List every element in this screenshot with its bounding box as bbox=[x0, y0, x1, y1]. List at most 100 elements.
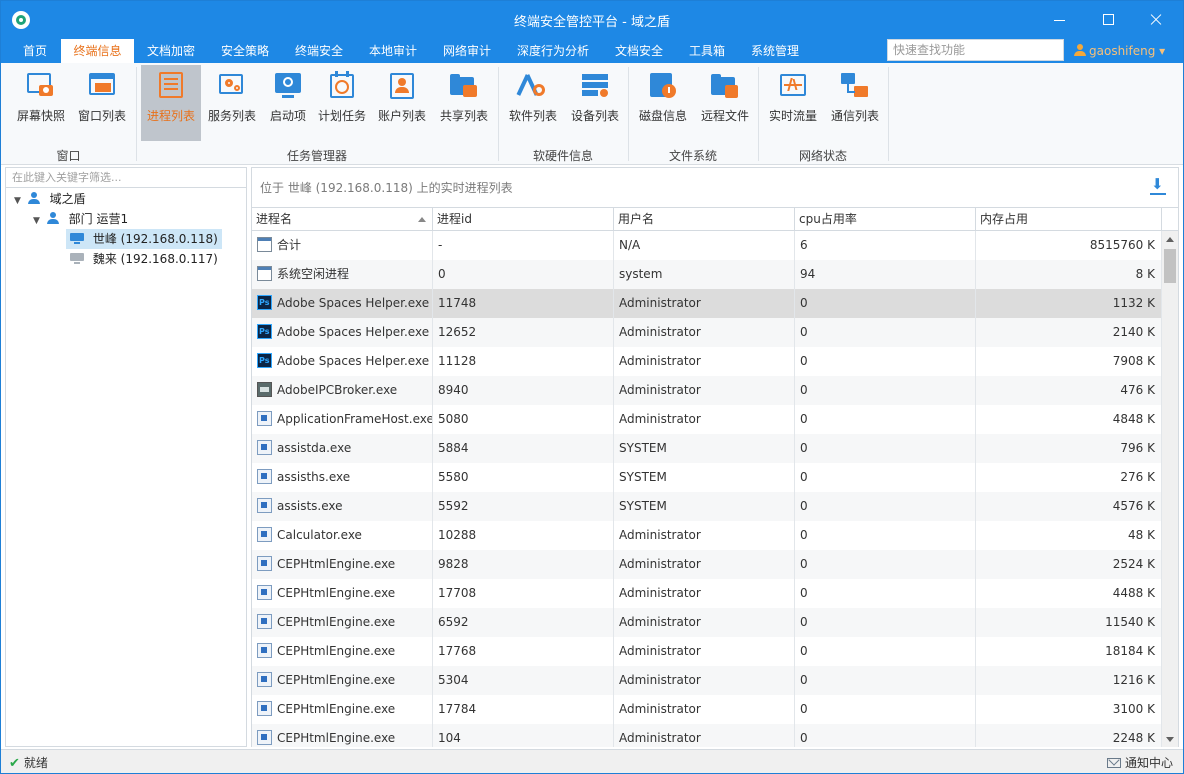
screenshot-icon bbox=[26, 71, 56, 101]
exe-icon bbox=[257, 411, 272, 426]
remote-file-button[interactable]: 远程文件 bbox=[695, 65, 755, 141]
maximize-button[interactable] bbox=[1093, 7, 1123, 33]
column-header-pid[interactable]: 进程id bbox=[433, 208, 614, 231]
table-row[interactable]: CEPHtmlEngine.exe 9828 Administrator 0 2524 … bbox=[252, 550, 1162, 579]
notification-center-button[interactable]: 通知中心 bbox=[1106, 754, 1173, 771]
title-bar: 终端安全管控平台 - 域之盾 bbox=[1, 1, 1183, 39]
window-list-button[interactable]: 窗口列表 bbox=[71, 65, 133, 141]
device-list-label: 设备列表 bbox=[570, 109, 619, 123]
account-list-button[interactable]: 账户列表 bbox=[373, 65, 431, 141]
table-row[interactable]: CEPHtmlEngine.exe 17708 Administrator 0 4488… bbox=[252, 579, 1162, 608]
menu-toolbox[interactable]: 工具箱 bbox=[676, 39, 738, 63]
menu-terminal-security[interactable]: 终端安全 bbox=[282, 39, 356, 63]
process-list-icon bbox=[156, 71, 186, 101]
table-row[interactable]: 合计 - N/A 6 8515760 K bbox=[252, 231, 1162, 260]
cell-cpu: 0 bbox=[795, 550, 976, 579]
share-list-button[interactable]: 共享列表 bbox=[435, 65, 493, 141]
tree-computer-label: 世峰 (192.168.0.118) bbox=[92, 232, 218, 246]
scheduled-task-button[interactable]: 计划任务 bbox=[313, 65, 371, 141]
tree-node-computer-weilai[interactable]: 魏来 (192.168.0.117) bbox=[70, 249, 218, 269]
table-row[interactable]: Adobe Spaces Helper.exe11748Administrato… bbox=[252, 289, 1162, 318]
column-header-cpu[interactable]: cpu占用率 bbox=[795, 208, 976, 231]
column-header-label: 进程名 bbox=[256, 212, 293, 226]
table-row[interactable]: ApplicationFrameHost.exe 5080 Administrato… bbox=[252, 405, 1162, 434]
table-row[interactable]: Calculator.exe 10288 Administrator 0 48 K bbox=[252, 521, 1162, 550]
table-row[interactable]: CEPHtmlEngine.exe 104 Administrator 0 2248 K bbox=[252, 724, 1162, 747]
table-row[interactable]: Adobe Spaces Helper.exe11128Administrato… bbox=[252, 347, 1162, 376]
menu-home[interactable]: 首页 bbox=[9, 39, 61, 63]
process-name-text: assists.exe bbox=[277, 499, 343, 513]
cell-pid: 0 bbox=[433, 260, 614, 289]
menu-doc-encrypt[interactable]: 文档加密 bbox=[134, 39, 208, 63]
cell-process-name: assistda.exe bbox=[252, 434, 433, 463]
screenshot-button[interactable]: 屏幕快照 bbox=[11, 65, 71, 141]
scroll-down-icon[interactable] bbox=[1166, 737, 1174, 742]
column-header-memory[interactable]: 内存占用 bbox=[976, 208, 1162, 231]
realtime-traffic-icon bbox=[778, 71, 808, 101]
process-name-text: CEPHtmlEngine.exe bbox=[277, 644, 396, 658]
realtime-traffic-button[interactable]: 实时流量 bbox=[763, 65, 823, 141]
cell-pid: 5580 bbox=[433, 463, 614, 492]
cell-pid: 5304 bbox=[433, 666, 614, 695]
table-row[interactable]: CEPHtmlEngine.exe 6592 Administrator 0 11540… bbox=[252, 608, 1162, 637]
menu-terminal-info[interactable]: 终端信息 bbox=[61, 39, 134, 63]
column-header-process-name[interactable]: 进程名 bbox=[252, 208, 433, 231]
table-row[interactable]: assistda.exe 5884 SYSTEM 0 796 K bbox=[252, 434, 1162, 463]
table-row[interactable]: 系统空闲进程 0 system 94 8 K bbox=[252, 260, 1162, 289]
cell-process-name: CEPHtmlEngine.exe bbox=[252, 666, 433, 695]
table-row[interactable]: assists.exe 5592 SYSTEM 0 4576 K bbox=[252, 492, 1162, 521]
scrollbar-thumb[interactable] bbox=[1164, 249, 1176, 283]
chevron-down-icon[interactable]: ▼ bbox=[14, 191, 24, 211]
connection-list-button[interactable]: 通信列表 bbox=[825, 65, 885, 141]
menu-doc-security[interactable]: 文档安全 bbox=[602, 39, 676, 63]
exe-icon bbox=[257, 527, 272, 542]
tree-node-department[interactable]: ▼ 部门 运营1 bbox=[33, 209, 128, 229]
status-text: 就绪 bbox=[23, 756, 48, 770]
group-label-file-system: 文件系统 bbox=[668, 149, 717, 163]
cell-memory: 11540 K bbox=[976, 608, 1162, 637]
scroll-up-icon[interactable] bbox=[1166, 237, 1174, 242]
user-menu[interactable]: gaoshifeng ▾ bbox=[1074, 39, 1165, 63]
table-row[interactable]: Adobe Spaces Helper.exe12652Administrato… bbox=[252, 318, 1162, 347]
menu-behavior-analysis[interactable]: 深度行为分析 bbox=[504, 39, 602, 63]
tree-node-root[interactable]: ▼ 域之盾 bbox=[14, 189, 86, 209]
cell-memory: 2140 K bbox=[976, 318, 1162, 347]
cell-cpu: 94 bbox=[795, 260, 976, 289]
minimize-button[interactable] bbox=[1044, 7, 1074, 33]
cell-user: Administrator bbox=[614, 579, 795, 608]
cell-memory: 48 K bbox=[976, 521, 1162, 550]
table-row[interactable]: CEPHtmlEngine.exe 5304 Administrator 0 1216 … bbox=[252, 666, 1162, 695]
service-list-label: 服务列表 bbox=[207, 109, 256, 123]
mail-icon bbox=[1106, 758, 1121, 768]
download-icon[interactable] bbox=[1150, 175, 1166, 196]
device-list-button[interactable]: 设备列表 bbox=[565, 65, 625, 141]
share-list-icon bbox=[449, 71, 479, 101]
close-button[interactable] bbox=[1141, 7, 1171, 33]
cell-pid: 11748 bbox=[433, 289, 614, 318]
tree-node-computer-shifeng[interactable]: 世峰 (192.168.0.118) bbox=[66, 229, 222, 249]
process-name-text: CEPHtmlEngine.exe bbox=[277, 615, 396, 629]
menu-network-audit[interactable]: 网络审计 bbox=[430, 39, 504, 63]
software-list-button[interactable]: 软件列表 bbox=[503, 65, 563, 141]
startup-button[interactable]: 启动项 bbox=[263, 65, 313, 141]
table-row[interactable]: CEPHtmlEngine.exe 17768 Administrator 0 1818… bbox=[252, 637, 1162, 666]
column-header-user[interactable]: 用户名 bbox=[614, 208, 795, 231]
process-name-text: assistda.exe bbox=[277, 441, 352, 455]
process-list-button[interactable]: 进程列表 bbox=[141, 65, 201, 141]
cell-user: Administrator bbox=[614, 724, 795, 747]
table-row[interactable]: CEPHtmlEngine.exe 17784 Administrator 0 3100… bbox=[252, 695, 1162, 724]
table-row[interactable]: assisths.exe 5580 SYSTEM 0 276 K bbox=[252, 463, 1162, 492]
vertical-scrollbar[interactable] bbox=[1162, 231, 1178, 747]
menu-system-admin[interactable]: 系统管理 bbox=[738, 39, 812, 63]
menu-security-policy[interactable]: 安全策略 bbox=[208, 39, 282, 63]
disk-info-button[interactable]: 磁盘信息 bbox=[633, 65, 693, 141]
cell-cpu: 6 bbox=[795, 231, 976, 260]
menu-local-audit[interactable]: 本地审计 bbox=[356, 39, 430, 63]
table-row[interactable]: AdobeIPCBroker.exe 8940 Administrator 0 476 … bbox=[252, 376, 1162, 405]
service-list-button[interactable]: 服务列表 bbox=[203, 65, 261, 141]
tree-filter-input[interactable]: 在此键入关键字筛选... bbox=[6, 168, 246, 188]
cell-memory: 4488 K bbox=[976, 579, 1162, 608]
chevron-down-icon[interactable]: ▼ bbox=[33, 211, 43, 231]
quick-search-input[interactable]: 快速查找功能 bbox=[887, 39, 1064, 61]
cell-user: N/A bbox=[614, 231, 795, 260]
